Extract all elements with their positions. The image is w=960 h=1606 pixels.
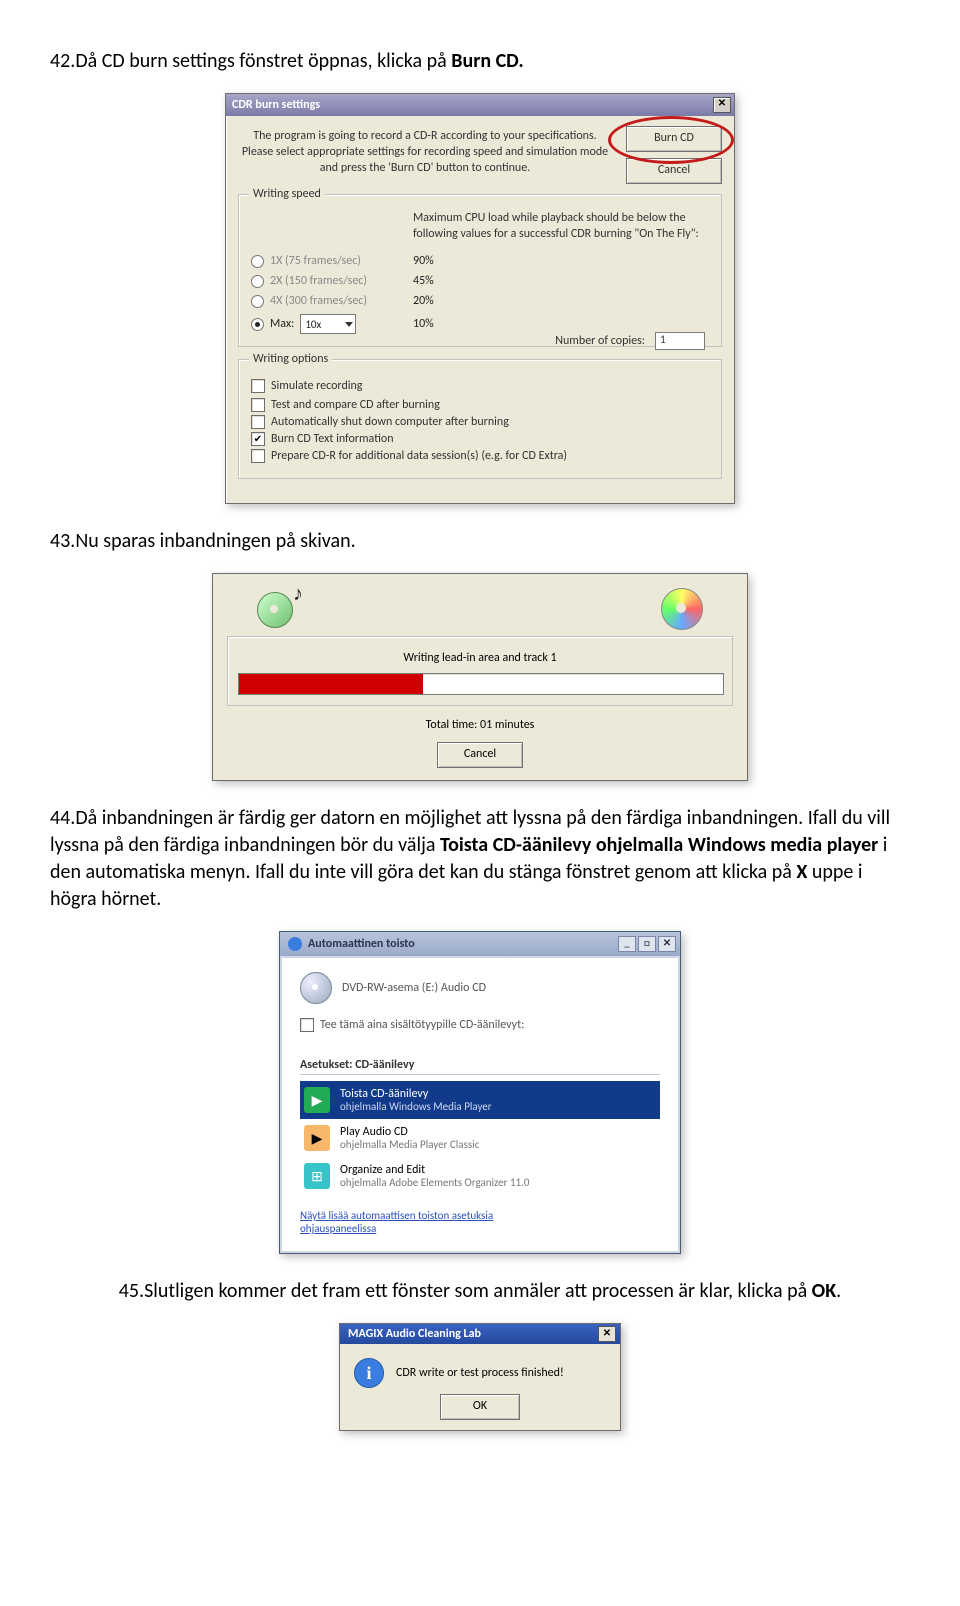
step-45-a: 45.Slutligen kommer det fram ett fönster… <box>119 1279 812 1303</box>
speed-max-combo[interactable]: 10x <box>300 314 356 334</box>
cdr-title: CDR burn settings <box>232 98 713 112</box>
step-45-text: 45.Slutligen kommer det fram ett fönster… <box>50 1278 910 1305</box>
device-label: DVD-RW-asema (E:) Audio CD <box>342 981 486 995</box>
writing-speed-legend: Writing speed <box>249 187 325 201</box>
source-disc-icon: ♪ <box>257 588 305 628</box>
track-progress-group: Writing lead-in area and track 1 <box>227 636 733 706</box>
track-label: Writing lead-in area and track 1 <box>238 651 722 665</box>
cancel-button[interactable]: Cancel <box>626 158 722 184</box>
progress-bar <box>238 673 724 695</box>
close-icon[interactable]: ✕ <box>713 97 731 113</box>
chevron-down-icon <box>345 322 353 327</box>
step-45-bold: OK <box>812 1279 836 1303</box>
progress-fill <box>239 674 423 694</box>
app-icon <box>288 937 302 951</box>
cdr-titlebar[interactable]: CDR burn settings ✕ <box>226 94 734 116</box>
opt-test-compare[interactable]: Test and compare CD after burning <box>251 398 709 412</box>
minimize-icon[interactable]: _ <box>618 936 636 952</box>
step-42-pre: 42.Då CD burn settings fönstret öppnas, … <box>50 49 451 73</box>
burn-progress-window: ♪ Writing lead-in area and track 1 Total… <box>212 573 748 781</box>
radio-icon <box>251 318 264 331</box>
writing-speed-group: Writing speed Maximum CPU load while pla… <box>238 194 722 347</box>
settings-heading: Asetukset: CD-äänilevy <box>300 1058 660 1075</box>
step-43-text: 43.Nu sparas inbandningen på skivan. <box>50 528 910 555</box>
copies-input[interactable]: 1 <box>655 332 705 350</box>
opt-extra-session[interactable]: Prepare CD-R for additional data session… <box>251 449 709 463</box>
magix-msg-text: CDR write or test process finished! <box>396 1366 564 1380</box>
autoplay-titlebar[interactable]: Automaattinen toisto _ □ ✕ <box>280 932 680 956</box>
speed-2x-pct: 45% <box>413 274 709 288</box>
opt-cd-text[interactable]: Burn CD Text information <box>251 432 709 446</box>
checkbox-icon <box>251 449 265 463</box>
checkbox-icon <box>300 1018 314 1032</box>
speed-max-radio[interactable]: Max: 10x <box>251 314 401 334</box>
cpu-load-note: Maximum CPU load while playback should b… <box>413 211 709 242</box>
checkbox-icon <box>251 432 265 446</box>
autoplay-more-link[interactable]: Näytä lisää automaattisen toiston asetuk… <box>300 1209 660 1235</box>
step-44-text: 44.Då inbandningen är färdig ger datorn … <box>50 805 910 913</box>
speed-max-pct: 10% <box>413 317 709 331</box>
checkbox-icon <box>251 415 265 429</box>
radio-icon <box>251 295 264 308</box>
speed-1x-pct: 90% <box>413 254 709 268</box>
step-44-bold2: X <box>796 860 807 884</box>
total-time-label: Total time: 01 minutes <box>227 718 733 732</box>
cdr-intro-text: The program is going to record a CD-R ac… <box>238 126 612 184</box>
progress-cancel-button[interactable]: Cancel <box>437 742 523 768</box>
speed-4x-pct: 20% <box>413 294 709 308</box>
step-44-bold: Toista CD-äänilevy ohjelmalla Windows me… <box>440 833 878 857</box>
burn-cd-button[interactable]: Burn CD <box>626 126 722 152</box>
opt-simulate[interactable]: Simulate recording <box>251 379 709 393</box>
autoplay-window: Automaattinen toisto _ □ ✕ DVD-RW-asema … <box>279 931 681 1254</box>
speed-4x-radio[interactable]: 4X (300 frames/sec) <box>251 294 401 308</box>
autoplay-item-adobe[interactable]: ⊞ Organize and Editohjelmalla Adobe Elem… <box>300 1157 660 1195</box>
cdr-burn-settings-window: CDR burn settings ✕ The program is going… <box>225 93 735 504</box>
info-icon: i <box>354 1358 384 1388</box>
device-row: DVD-RW-asema (E:) Audio CD <box>300 972 660 1004</box>
speed-2x-radio[interactable]: 2X (150 frames/sec) <box>251 274 401 288</box>
checkbox-icon <box>251 398 265 412</box>
radio-icon <box>251 275 264 288</box>
radio-icon <box>251 255 264 268</box>
magix-msgbox: MAGIX Audio Cleaning Lab ✕ i CDR write o… <box>339 1323 621 1431</box>
step-45-b: . <box>836 1279 841 1303</box>
opt-shutdown[interactable]: Automatically shut down computer after b… <box>251 415 709 429</box>
writing-options-legend: Writing options <box>249 352 332 366</box>
writing-options-group: Writing options Simulate recording Numbe… <box>238 359 722 479</box>
close-icon[interactable]: ✕ <box>598 1326 616 1342</box>
step-42-bold: Burn CD. <box>451 49 523 73</box>
speed-1x-radio[interactable]: 1X (75 frames/sec) <box>251 254 401 268</box>
autoplay-title: Automaattinen toisto <box>308 937 415 951</box>
magix-title: MAGIX Audio Cleaning Lab <box>348 1327 481 1341</box>
play-icon: ▶ <box>304 1087 330 1113</box>
always-option[interactable]: Tee tämä aina sisältötyypille CD-äänilev… <box>300 1018 660 1032</box>
maximize-icon[interactable]: □ <box>638 936 656 952</box>
magix-titlebar[interactable]: MAGIX Audio Cleaning Lab ✕ <box>340 1324 620 1344</box>
cd-icon <box>300 972 332 1004</box>
copies-label: Number of copies: <box>555 334 645 348</box>
autoplay-item-wmp[interactable]: ▶ Toista CD-äänilevyohjelmalla Windows M… <box>300 1081 660 1119</box>
step-42-text: 42.Då CD burn settings fönstret öppnas, … <box>50 48 910 75</box>
close-icon[interactable]: ✕ <box>658 936 676 952</box>
autoplay-item-mpc[interactable]: ▶ Play Audio CDohjelmalla Media Player C… <box>300 1119 660 1157</box>
mpc-icon: ▶ <box>304 1125 330 1151</box>
target-disc-icon <box>661 588 703 630</box>
organize-icon: ⊞ <box>304 1163 330 1189</box>
checkbox-icon <box>251 379 265 393</box>
ok-button[interactable]: OK <box>440 1394 520 1420</box>
